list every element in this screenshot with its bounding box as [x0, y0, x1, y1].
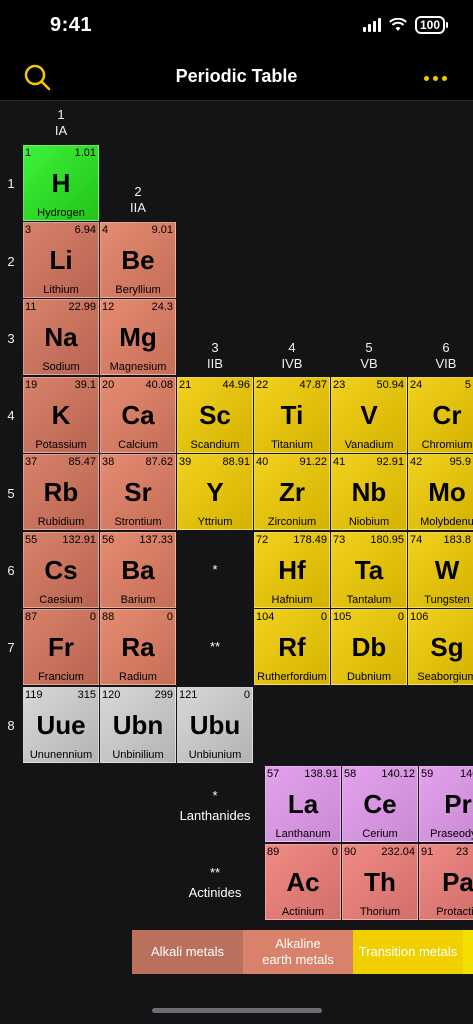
element-tile-barium[interactable]: 56 137.33 Ba Barium [100, 532, 176, 608]
element-tile-dubnium[interactable]: 105 0 Db Dubnium [331, 609, 407, 685]
legend-alkaline-earth-metals[interactable]: Alkaline earth metals [243, 930, 353, 974]
legend-transition-metals[interactable]: Transition metals [353, 930, 463, 974]
element-tile-sodium[interactable]: 11 22.99 Na Sodium [23, 299, 99, 375]
category-legend: Alkali metals Alkaline earth metals Trans… [132, 930, 473, 974]
element-tile-potassium[interactable]: 19 39.1 K Potassium [23, 377, 99, 453]
element-tile-magnesium[interactable]: 12 24.3 Mg Magnesium [100, 299, 176, 375]
group-header: 4 IVB [281, 340, 303, 371]
period-label: 1 [7, 176, 15, 191]
element-tile-scandium[interactable]: 21 44.96 Sc Scandium [177, 377, 253, 453]
actinides-label: ** Actinides [188, 865, 242, 900]
element-tile-unbiunium[interactable]: 121 0 Ubu Unbiunium [177, 687, 253, 763]
period-label: 7 [7, 640, 15, 655]
element-tile-zirconium[interactable]: 40 91.22 Zr Zirconium [254, 454, 330, 530]
element-tile-protactinium[interactable]: 9123 PaProtactin [419, 844, 473, 920]
lanthanide-placeholder: * [212, 562, 218, 577]
element-tile-unbinilium[interactable]: 120 299 Ubn Unbinilium [100, 687, 176, 763]
period-label: 8 [7, 718, 15, 733]
element-tile-strontium[interactable]: 38 87.62 Sr Strontium [100, 454, 176, 530]
group-header: 3 IIB [207, 340, 223, 371]
element-tile-francium[interactable]: 87 0 Fr Francium [23, 609, 99, 685]
period-label: 4 [7, 408, 15, 423]
legend-next-category[interactable] [463, 930, 473, 974]
element-tile-chromium[interactable]: 24 5 Cr Chromium [408, 377, 473, 453]
period-label: 3 [7, 331, 15, 346]
element-tile-tungsten[interactable]: 74 183.8 W Tungsten [408, 532, 473, 608]
element-tile-niobium[interactable]: 41 92.91 Nb Niobium [331, 454, 407, 530]
element-tile-ununennium[interactable]: 119 315 Uue Ununennium [23, 687, 99, 763]
element-tile-radium[interactable]: 88 0 Ra Radium [100, 609, 176, 685]
element-tile-lanthanum[interactable]: 57 138.91 La Lanthanum [265, 766, 341, 842]
period-label: 5 [7, 486, 15, 501]
element-tile-calcium[interactable]: 20 40.08 Ca Calcium [100, 377, 176, 453]
period-label: 6 [7, 563, 15, 578]
element-tile-hydrogen[interactable]: 1 1.01 H Hydrogen [23, 145, 99, 221]
element-tile-actinium[interactable]: 89 0 Ac Actinium [265, 844, 341, 920]
element-tile-hafnium[interactable]: 72 178.49 Hf Hafnium [254, 532, 330, 608]
lanthanides-label: * Lanthanides [179, 788, 251, 823]
element-tile-thorium[interactable]: 90 232.04 Th Thorium [342, 844, 418, 920]
element-tile-caesium[interactable]: 55 132.91 Cs Caesium [23, 532, 99, 608]
element-tile-titanium[interactable]: 22 47.87 Ti Titanium [254, 377, 330, 453]
element-tile-tantalum[interactable]: 73 180.95 Ta Tantalum [331, 532, 407, 608]
periodic-table-grid: 1 IA 2 IIA 3 IIB 4 IVB 5 VB 6 VIB 1 2 3 4 5 6 … [0, 0, 473, 1024]
element-tile-beryllium[interactable]: 4 9.01 Be Beryllium [100, 222, 176, 298]
element-tile-seaborgium[interactable]: 106 Sg Seaborgium [408, 609, 473, 685]
element-tile-rutherfordium[interactable]: 104 0 Rf Rutherfordium [254, 609, 330, 685]
element-tile-vanadium[interactable]: 23 50.94 V Vanadium [331, 377, 407, 453]
element-tile-molybdenum[interactable]: 42 95.9 Mo Molybdenu [408, 454, 473, 530]
legend-alkali-metals[interactable]: Alkali metals [132, 930, 243, 974]
group-header: 1 IA [54, 107, 68, 138]
group-header: 6 VIB [435, 340, 457, 371]
period-label: 2 [7, 254, 15, 269]
actinide-placeholder: ** [209, 639, 221, 654]
home-indicator [152, 1008, 322, 1013]
element-tile-rubidium[interactable]: 37 85.47 Rb Rubidium [23, 454, 99, 530]
element-tile-lithium[interactable]: 3 6.94 Li Lithium [23, 222, 99, 298]
element-tile-yttrium[interactable]: 39 88.91 Y Yttrium [177, 454, 253, 530]
element-tile-praseodymium[interactable]: 59140 PrPraseodym [419, 766, 473, 842]
group-header: 5 VB [360, 340, 378, 371]
group-header: 2 IIA [130, 184, 146, 215]
element-tile-cerium[interactable]: 58 140.12 Ce Cerium [342, 766, 418, 842]
